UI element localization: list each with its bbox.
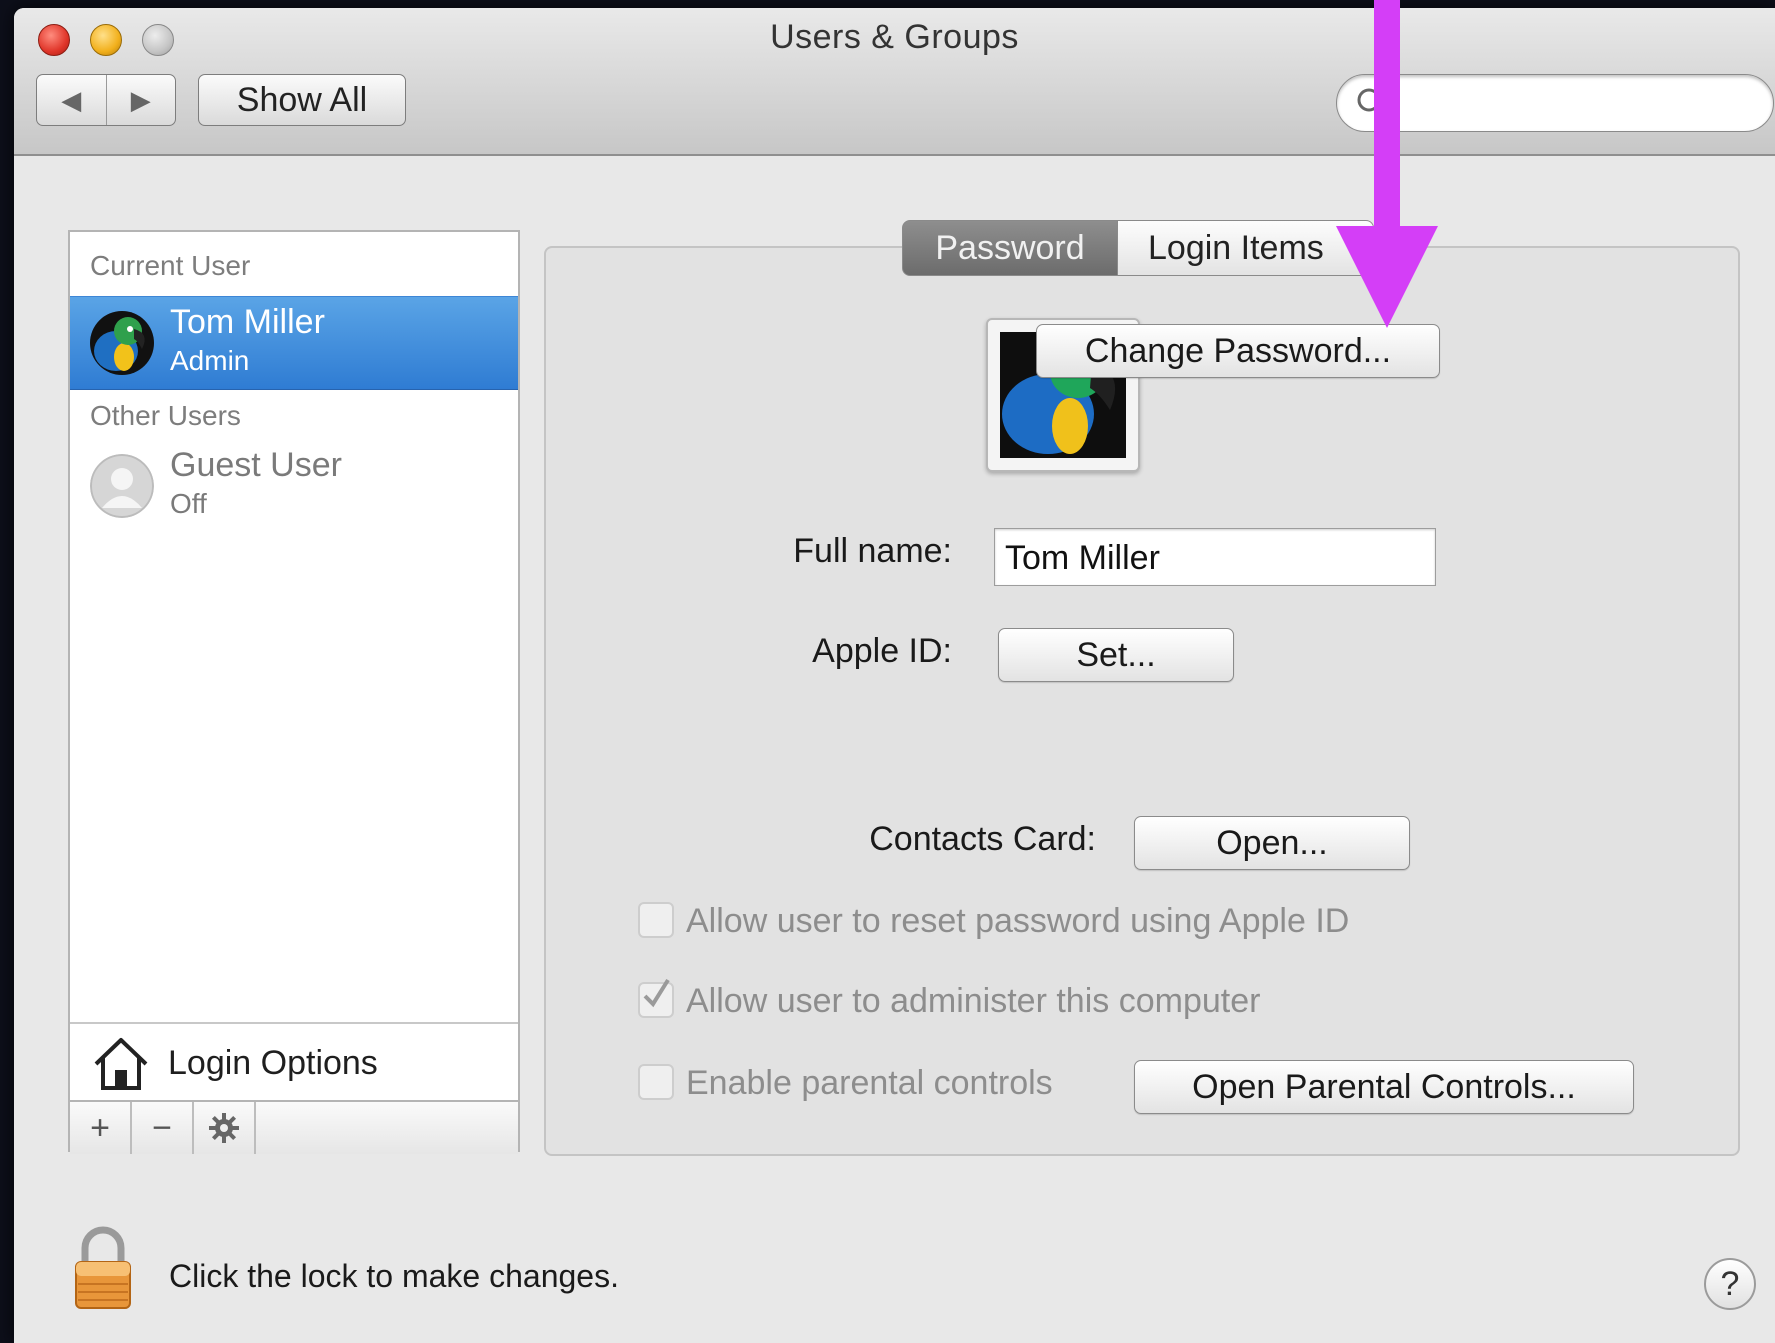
login-options-label: Login Options xyxy=(168,1044,378,1082)
other-users-heading: Other Users xyxy=(90,400,241,431)
administer-computer-checkbox[interactable] xyxy=(638,978,674,1018)
users-groups-window: Users & Groups ◀ ▶ Show All Current User xyxy=(14,8,1775,1343)
reset-password-checkbox[interactable] xyxy=(638,902,674,938)
forward-arrow-icon: ▶ xyxy=(130,84,151,115)
user-row-guest-user[interactable]: Guest User Off xyxy=(70,440,518,532)
full-name-label: Full name: xyxy=(793,532,952,570)
administer-computer-label: Allow user to administer this computer xyxy=(686,982,1261,1020)
apple-id-label: Apple ID: xyxy=(812,632,952,670)
lock-message: Click the lock to make changes. xyxy=(169,1258,619,1294)
add-user-button[interactable]: + xyxy=(70,1102,132,1154)
parrot-avatar-icon xyxy=(90,311,154,375)
user-row-tom-miller[interactable]: Tom Miller Admin xyxy=(70,296,518,390)
back-arrow-icon: ◀ xyxy=(61,84,82,115)
gear-icon xyxy=(209,1113,239,1143)
search-icon xyxy=(1357,88,1387,118)
current-user-heading: Current User xyxy=(90,250,251,281)
back-forward-control: ◀ ▶ xyxy=(36,74,176,126)
user-name: Guest User xyxy=(170,446,342,484)
contacts-card-label: Contacts Card: xyxy=(869,820,1096,858)
tab-password[interactable]: Password xyxy=(902,220,1118,276)
change-password-button[interactable]: Change Password... xyxy=(1036,324,1440,378)
show-all-button[interactable]: Show All xyxy=(198,74,406,126)
sidebar-actions-bar: + − xyxy=(70,1100,518,1154)
guest-silhouette-icon xyxy=(90,454,154,518)
toolbar: Users & Groups ◀ ▶ Show All xyxy=(14,8,1775,156)
parental-controls-label: Enable parental controls xyxy=(686,1064,1053,1102)
tab-bar: Password Login Items xyxy=(902,220,1374,276)
tab-login-items[interactable]: Login Items xyxy=(1118,220,1374,276)
user-role: Off xyxy=(170,488,207,519)
open-contacts-card-button[interactable]: Open... xyxy=(1134,816,1410,870)
login-options-item[interactable]: Login Options xyxy=(70,1022,518,1102)
full-name-field[interactable]: Tom Miller xyxy=(994,528,1436,586)
remove-user-button[interactable]: − xyxy=(132,1102,194,1154)
user-role: Admin xyxy=(170,345,250,376)
house-icon xyxy=(94,1038,148,1090)
set-apple-id-button[interactable]: Set... xyxy=(998,628,1234,682)
back-button[interactable]: ◀ xyxy=(37,75,107,125)
parental-controls-checkbox[interactable] xyxy=(638,1064,674,1100)
padlock-icon xyxy=(75,1226,131,1309)
forward-button[interactable]: ▶ xyxy=(107,75,176,125)
search-input[interactable] xyxy=(1336,74,1774,132)
user-name: Tom Miller xyxy=(170,303,325,341)
open-parental-controls-button[interactable]: Open Parental Controls... xyxy=(1134,1060,1634,1114)
lock-button[interactable] xyxy=(72,1226,134,1317)
action-gear-button[interactable] xyxy=(194,1102,256,1154)
user-list-sidebar: Current User Tom Miller Admin Other User… xyxy=(68,230,520,1154)
help-button[interactable]: ? xyxy=(1704,1258,1756,1310)
window-title: Users & Groups xyxy=(770,18,1019,56)
checkmark-icon xyxy=(643,978,670,1008)
reset-password-label: Allow user to reset password using Apple… xyxy=(686,902,1350,940)
